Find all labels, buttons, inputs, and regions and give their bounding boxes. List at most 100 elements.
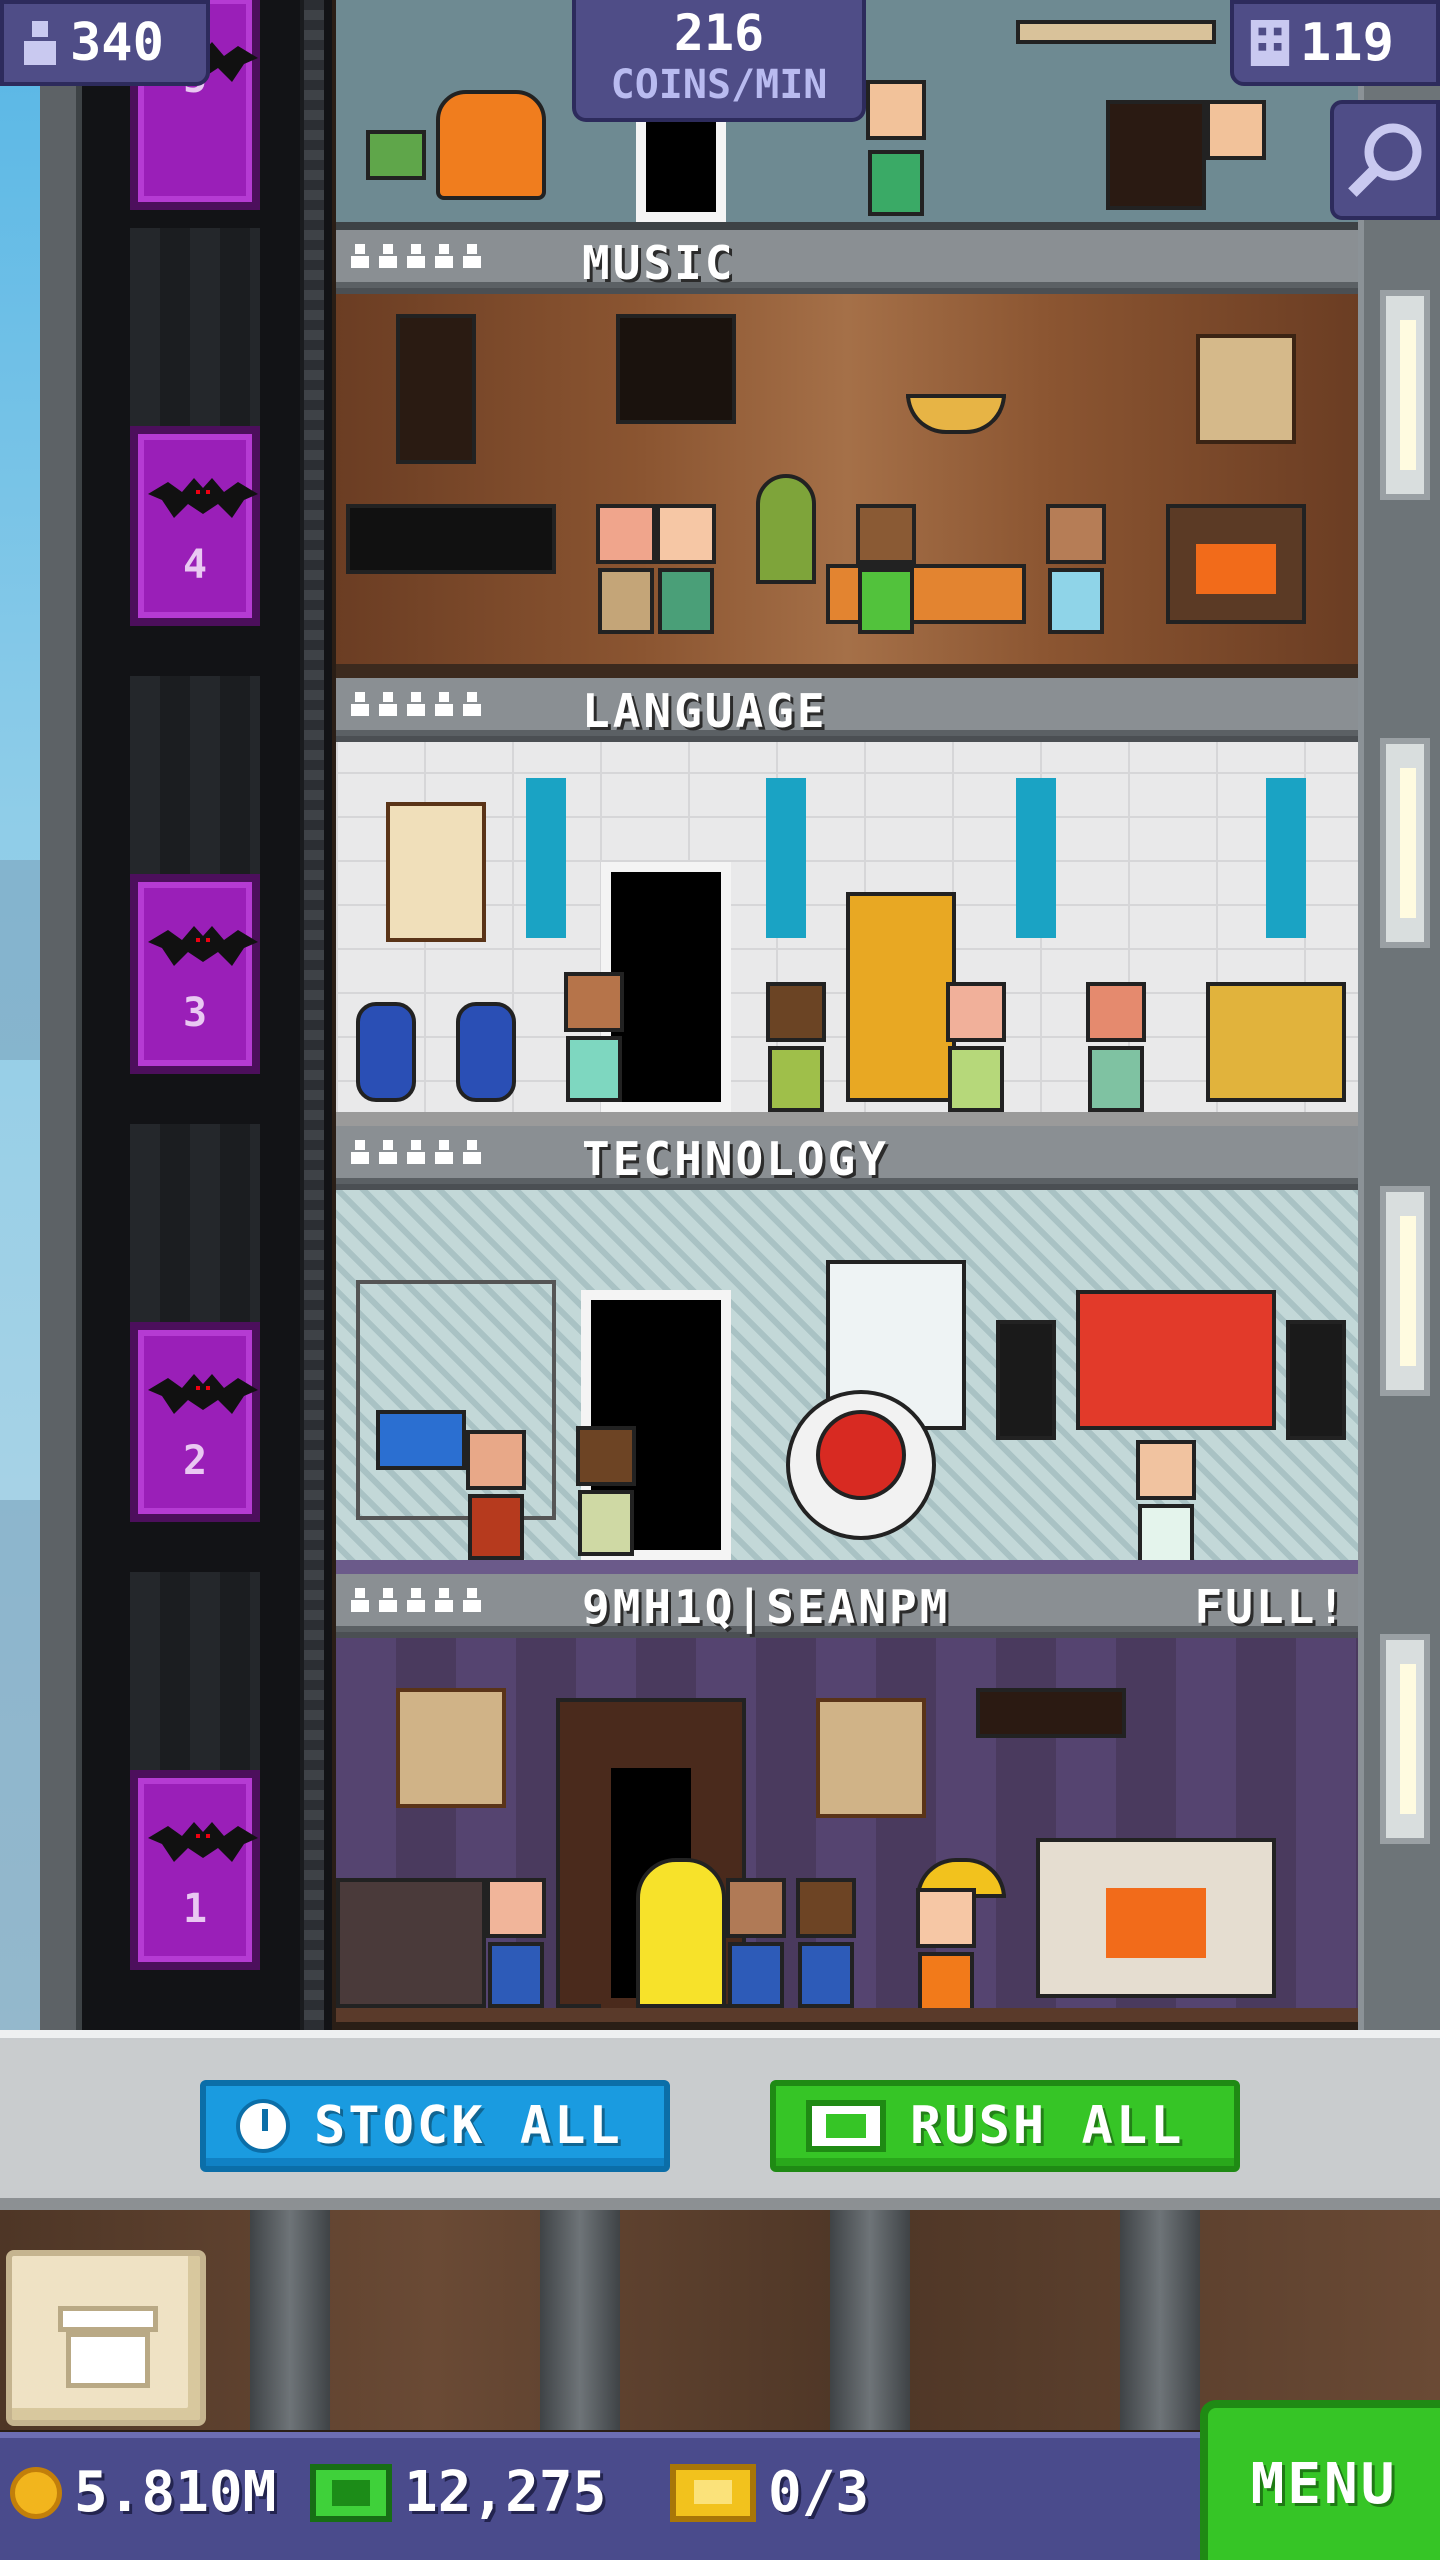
occupancy-pips (350, 692, 482, 716)
elevator-car-4[interactable]: 4 (130, 426, 260, 626)
resident-head (564, 972, 624, 1032)
tickets-display[interactable]: 0/3 (670, 2460, 869, 2525)
fire (1196, 544, 1276, 594)
floor-header: 9MH1Q|SEANPM FULL! (336, 1574, 1358, 1634)
elevator-floor-number: 2 (182, 1438, 208, 1484)
golden-ticket-icon (670, 2463, 756, 2522)
window-light (1380, 290, 1430, 500)
clock-icon (236, 2099, 290, 2153)
music-room (336, 294, 1358, 678)
golden-throne (846, 892, 956, 1102)
blue-vase (456, 1002, 516, 1102)
population-value: 340 (70, 13, 164, 73)
bux-value: 12,275 (404, 2460, 607, 2525)
resident-head (796, 1878, 856, 1938)
framed-picture (1196, 334, 1296, 444)
resident-pip-icon (462, 1588, 482, 1612)
resident-head (726, 1878, 786, 1938)
floor-name: TECHNOLOGY (582, 1132, 889, 1186)
column (1266, 778, 1306, 938)
stock-all-button[interactable]: STOCK ALL (200, 2080, 670, 2172)
bat-icon (148, 926, 258, 966)
coins-per-minute-display[interactable]: 216 COINS/MIN (572, 0, 866, 122)
elevator-car-3[interactable]: 3 (130, 874, 260, 1074)
wall-tv (1076, 1290, 1276, 1430)
floor-header: MUSIC (336, 230, 1358, 290)
resident-head (1136, 1440, 1196, 1500)
rush-all-button[interactable]: RUSH ALL (770, 2080, 1240, 2172)
resident-head (656, 504, 716, 564)
magnifier-icon (1348, 123, 1422, 197)
coin-icon (10, 2466, 62, 2519)
lobby (0, 2210, 1440, 2430)
resident-head (576, 1426, 636, 1486)
coins-display[interactable]: 5.810M (10, 2460, 276, 2525)
resident-head (946, 982, 1006, 1042)
floor-base (336, 1112, 1358, 1126)
floor-header: LANGUAGE (336, 678, 1358, 738)
resident-head (916, 1888, 976, 1948)
elevator-floor-number: 4 (182, 542, 208, 588)
window-light (1380, 1186, 1430, 1396)
floor-base (336, 1560, 1358, 1574)
computer-monitor (376, 1410, 466, 1470)
floor-base (336, 2008, 1358, 2022)
bat-icon (148, 478, 258, 518)
resident-head (1046, 504, 1106, 564)
elevator-car-2[interactable]: 2 (130, 1322, 260, 1522)
resident-pip-icon (378, 692, 398, 716)
portrait-frame (816, 1698, 926, 1818)
resident-head (466, 1430, 526, 1490)
lobby-pillar (1120, 2210, 1200, 2430)
population-counter[interactable]: 340 (0, 0, 210, 86)
window-light (1380, 738, 1430, 948)
chandelier (976, 1688, 1126, 1738)
tv-set (1106, 100, 1206, 210)
stock-all-label: STOCK ALL (314, 2096, 623, 2156)
rush-all-label: RUSH ALL (910, 2096, 1185, 2156)
menu-button[interactable]: MENU (1200, 2400, 1440, 2560)
resident-pip-icon (462, 1140, 482, 1164)
distant-building (0, 1500, 40, 2030)
floor-haunted[interactable]: 9MH1Q|SEANPM FULL! (336, 1574, 1358, 2022)
resident-head (1086, 982, 1146, 1042)
resident-head (596, 504, 656, 564)
floor-music[interactable]: MUSIC (336, 230, 1358, 678)
blue-vase (356, 1002, 416, 1102)
elevator-car-1[interactable]: 1 (130, 1770, 260, 1970)
elevator-floor-number: 3 (182, 990, 208, 1036)
floor-name: LANGUAGE (582, 684, 828, 738)
inventory-crate-button[interactable] (6, 2250, 206, 2426)
floor-technology[interactable]: TECHNOLOGY (336, 1126, 1358, 1574)
tower-outer-wall (40, 0, 82, 2030)
language-room (336, 742, 1358, 1126)
resident-body (768, 1046, 824, 1112)
floor-counter[interactable]: 119 (1230, 0, 1440, 86)
bux-icon (310, 2463, 392, 2522)
floor-base (336, 664, 1358, 678)
resident-pip-icon (406, 244, 426, 268)
floor-language[interactable]: LANGUAGE (336, 678, 1358, 1126)
elevator-floor-number: 1 (182, 1886, 208, 1932)
resident-pip-icon (350, 244, 370, 268)
golden-shrine (1206, 982, 1346, 1102)
coins-value: 5.810M (74, 2460, 277, 2525)
floor-header: TECHNOLOGY (336, 1126, 1358, 1186)
resident-pip-icon (350, 1588, 370, 1612)
distant-building (0, 860, 40, 1060)
search-button[interactable] (1330, 100, 1440, 220)
coins-per-minute-value: 216 (673, 4, 765, 62)
resident-pip-icon (434, 244, 454, 268)
column (766, 778, 806, 938)
armchair (436, 90, 546, 200)
building-icon (1250, 20, 1290, 66)
action-bar: STOCK ALL RUSH ALL (0, 2030, 1440, 2210)
bux-icon (806, 2100, 886, 2152)
resident-pip-icon (406, 1140, 426, 1164)
floor-full-status: FULL! (1194, 1580, 1348, 1634)
resident-pip-icon (462, 244, 482, 268)
crate-icon (58, 2306, 158, 2332)
occupancy-pips (350, 244, 482, 268)
bux-display[interactable]: 12,275 (310, 2460, 606, 2525)
person-icon (24, 21, 56, 65)
